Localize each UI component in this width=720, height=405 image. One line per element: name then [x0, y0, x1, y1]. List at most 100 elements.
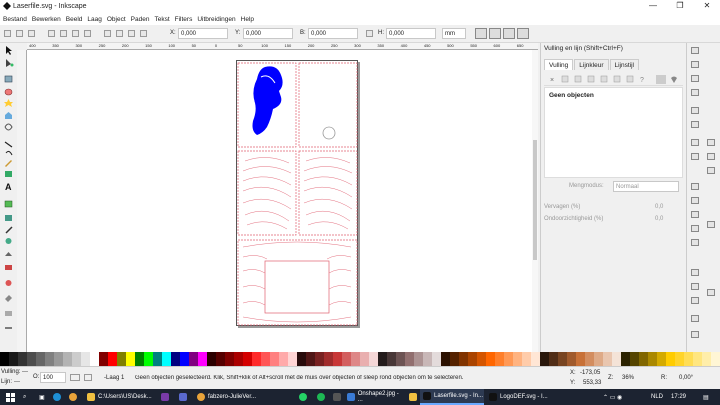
- palette-swatch[interactable]: [198, 352, 207, 366]
- task-logodef[interactable]: LogoDEF.svg - I...: [486, 389, 550, 405]
- new-document-icon[interactable]: [691, 47, 699, 54]
- scale-corners-icon[interactable]: [489, 28, 501, 39]
- menu-help[interactable]: Help: [241, 16, 254, 23]
- search-taskbar-icon[interactable]: ⌕: [20, 389, 26, 405]
- palette-swatch[interactable]: [342, 352, 351, 366]
- layer-visibility-icon[interactable]: [70, 374, 80, 381]
- close-button[interactable]: ✕: [694, 0, 720, 13]
- onenote-icon[interactable]: [158, 389, 172, 405]
- palette-swatch[interactable]: [36, 352, 45, 366]
- xml-editor-icon[interactable]: [691, 315, 699, 322]
- unit-select[interactable]: mm: [442, 28, 466, 39]
- task-fabzero[interactable]: fabzero-JulieVer...: [194, 389, 292, 405]
- palette-swatch[interactable]: [396, 352, 405, 366]
- palette-swatch[interactable]: [504, 352, 513, 366]
- palette-swatch[interactable]: [630, 352, 639, 366]
- palette-swatch[interactable]: [99, 352, 108, 366]
- palette-swatch[interactable]: [477, 352, 486, 366]
- select-all-icon[interactable]: [4, 30, 11, 37]
- zoom-value[interactable]: 36%: [622, 375, 634, 381]
- save-icon[interactable]: [691, 75, 699, 82]
- x-field[interactable]: 0,000: [178, 28, 228, 39]
- undo-icon[interactable]: [691, 139, 699, 146]
- scale-stroke-icon[interactable]: [475, 28, 487, 39]
- palette-swatch[interactable]: [153, 352, 162, 366]
- palette-swatch[interactable]: [117, 352, 126, 366]
- y-field[interactable]: 0,000: [243, 28, 293, 39]
- horizontal-ruler[interactable]: 400 350 300 250 200 150 100 50 0 50 100 150 200 250 30…: [27, 43, 538, 50]
- zoom-drawing-icon[interactable]: [691, 225, 699, 232]
- rotation-value[interactable]: 0,00°: [679, 375, 693, 381]
- align-icon[interactable]: [691, 331, 699, 338]
- palette-swatch[interactable]: [189, 352, 198, 366]
- palette-swatch[interactable]: [657, 352, 666, 366]
- task-laserfile[interactable]: Laserfile.svg - In...: [420, 389, 484, 405]
- palette-swatch[interactable]: [27, 352, 36, 366]
- palette-swatch[interactable]: [648, 352, 657, 366]
- snap-bbox-icon[interactable]: [707, 153, 715, 160]
- menu-filters[interactable]: Filters: [175, 16, 193, 23]
- palette-swatch[interactable]: [207, 352, 216, 366]
- palette-swatch[interactable]: [576, 352, 585, 366]
- palette-swatch[interactable]: [252, 352, 261, 366]
- redo-icon[interactable]: [691, 153, 699, 160]
- paste-icon[interactable]: [691, 197, 699, 204]
- palette-swatch[interactable]: [315, 352, 324, 366]
- language-indicator[interactable]: NLD: [648, 389, 663, 405]
- menu-beeld[interactable]: Beeld: [66, 16, 83, 23]
- palette-swatch[interactable]: [459, 352, 468, 366]
- transform-patterns-icon[interactable]: [517, 28, 529, 39]
- palette-swatch[interactable]: [180, 352, 189, 366]
- rotate-ccw-icon[interactable]: [48, 30, 55, 37]
- maximize-button[interactable]: ❐: [667, 0, 693, 13]
- vertical-ruler[interactable]: [17, 50, 27, 352]
- palette-swatch[interactable]: [144, 352, 153, 366]
- palette-swatch[interactable]: [423, 352, 432, 366]
- select-all-layers-icon[interactable]: [16, 30, 23, 37]
- flip-vertical-icon[interactable]: [84, 30, 91, 37]
- clock[interactable]: 17:29: [668, 389, 686, 405]
- palette-swatch[interactable]: [288, 352, 297, 366]
- palette-swatch[interactable]: [585, 352, 594, 366]
- tab-stroke-paint[interactable]: Lijnkleur: [574, 59, 609, 70]
- palette-swatch[interactable]: [486, 352, 495, 366]
- palette-swatch[interactable]: [63, 352, 72, 366]
- palette-swatch[interactable]: [243, 352, 252, 366]
- palette-swatch[interactable]: [54, 352, 63, 366]
- palette-swatch[interactable]: [369, 352, 378, 366]
- palette-swatch[interactable]: [567, 352, 576, 366]
- palette-swatch[interactable]: [684, 352, 693, 366]
- print-icon[interactable]: [691, 89, 699, 96]
- raise-icon[interactable]: [116, 30, 123, 37]
- opacity-value[interactable]: 0,0: [655, 216, 663, 222]
- explorer-folder-icon[interactable]: [406, 389, 420, 405]
- zoom-page-icon[interactable]: [691, 239, 699, 246]
- lower-icon[interactable]: [128, 30, 135, 37]
- system-tray-icons[interactable]: ⌃ ▭ ◉: [600, 389, 622, 405]
- palette-swatch[interactable]: [468, 352, 477, 366]
- copy-icon[interactable]: [691, 183, 699, 190]
- zoom-selection-icon[interactable]: [691, 211, 699, 218]
- media-player-icon[interactable]: [330, 389, 344, 405]
- palette-swatch[interactable]: [378, 352, 387, 366]
- menu-tekst[interactable]: Tekst: [154, 16, 169, 23]
- menu-paden[interactable]: Paden: [131, 16, 150, 23]
- palette-swatch[interactable]: [126, 352, 135, 366]
- blend-mode-select[interactable]: Normaal: [613, 181, 679, 192]
- palette-swatch[interactable]: [351, 352, 360, 366]
- clone-icon[interactable]: [691, 283, 699, 290]
- palette-swatch[interactable]: [162, 352, 171, 366]
- palette-swatch[interactable]: [495, 352, 504, 366]
- palette-swatch[interactable]: [441, 352, 450, 366]
- palette-swatch[interactable]: [72, 352, 81, 366]
- menu-bewerken[interactable]: Bewerken: [32, 16, 61, 23]
- palette-swatch[interactable]: [522, 352, 531, 366]
- opacity-status-field[interactable]: 100: [40, 372, 66, 383]
- minimize-button[interactable]: —: [640, 0, 666, 13]
- palette-swatch[interactable]: [90, 352, 99, 366]
- palette-swatch[interactable]: [558, 352, 567, 366]
- current-layer[interactable]: -Laag 1: [104, 375, 124, 381]
- palette-swatch[interactable]: [324, 352, 333, 366]
- task-view-icon[interactable]: ▣: [36, 389, 45, 405]
- palette-swatch[interactable]: [513, 352, 522, 366]
